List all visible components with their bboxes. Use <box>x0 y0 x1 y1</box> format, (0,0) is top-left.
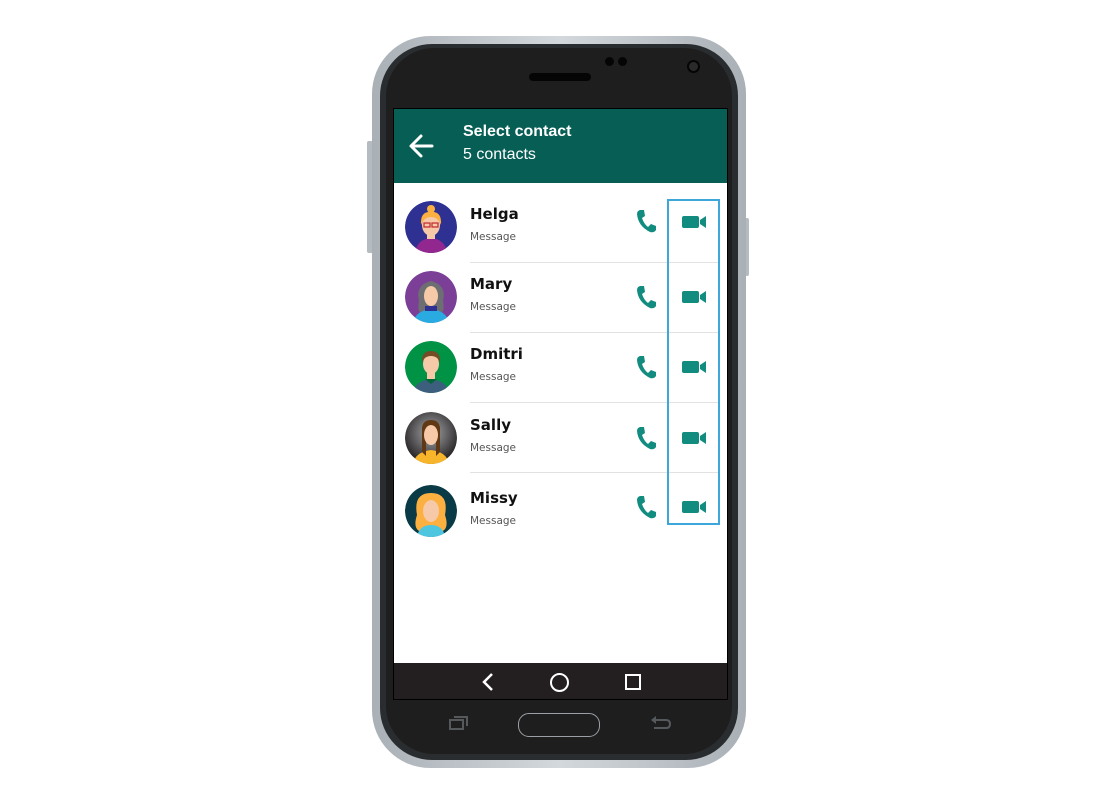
app-bar: Select contact 5 contacts <box>394 109 727 183</box>
phone-icon[interactable] <box>635 285 657 309</box>
square-recent-icon[interactable] <box>625 674 641 690</box>
phone-icon[interactable] <box>635 355 657 379</box>
contact-subtitle: Message <box>470 515 517 527</box>
phone-icon[interactable] <box>635 209 657 233</box>
contact-count: 5 contacts <box>463 146 536 163</box>
contact-subtitle: Message <box>470 442 517 454</box>
phone-icon[interactable] <box>635 495 657 519</box>
front-camera <box>687 60 700 73</box>
page-title: Select contact <box>463 123 572 140</box>
hardware-back-icon[interactable] <box>650 715 672 731</box>
circle-home-icon[interactable] <box>550 673 569 692</box>
chevron-left-icon[interactable] <box>480 672 496 692</box>
avatar-sally <box>405 412 457 464</box>
phone-icon[interactable] <box>635 426 657 450</box>
contact-name: Sally <box>470 416 511 434</box>
earpiece <box>529 73 591 81</box>
android-nav-bar <box>394 663 727 699</box>
contact-name: Mary <box>470 275 513 293</box>
arrow-left-icon[interactable] <box>406 131 436 161</box>
hardware-home-button[interactable] <box>518 713 600 737</box>
video-column-highlight <box>667 199 720 525</box>
sensor <box>618 57 627 66</box>
contact-name: Missy <box>470 489 518 507</box>
contact-subtitle: Message <box>470 231 517 243</box>
avatar-missy <box>405 485 457 537</box>
contact-name: Dmitri <box>470 345 523 363</box>
contact-name: Helga <box>470 205 519 223</box>
contact-subtitle: Message <box>470 301 517 313</box>
avatar-mary <box>405 271 457 323</box>
sensor <box>605 57 614 66</box>
avatar-helga <box>405 201 457 253</box>
contact-subtitle: Message <box>470 371 517 383</box>
avatar-dmitri <box>405 341 457 393</box>
hardware-recent-apps-icon[interactable] <box>449 714 469 732</box>
